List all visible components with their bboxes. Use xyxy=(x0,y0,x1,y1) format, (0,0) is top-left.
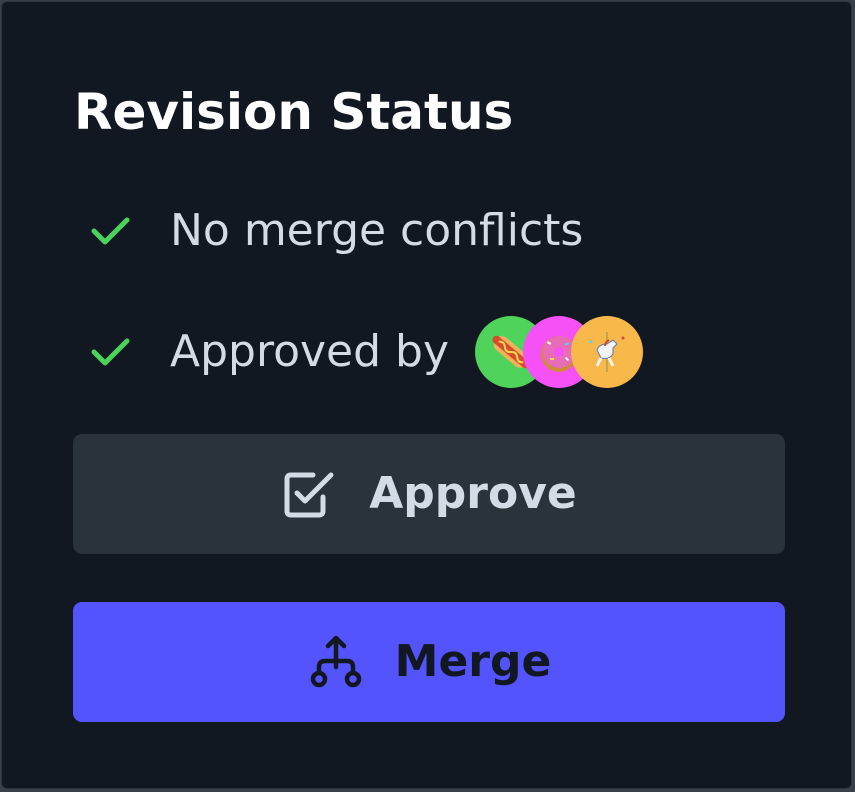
avatar[interactable] xyxy=(571,316,643,388)
panel-title: Revision Status xyxy=(74,83,514,141)
merge-button-label: Merge xyxy=(394,636,552,687)
revision-status-panel: Revision Status No merge conflicts Appro… xyxy=(1,1,852,789)
approver-avatars xyxy=(475,316,643,388)
merge-button[interactable]: Merge xyxy=(73,602,785,722)
status-item-approved: Approved by xyxy=(88,316,643,388)
check-icon xyxy=(88,209,132,253)
check-icon xyxy=(88,330,132,374)
carousel-horse-icon xyxy=(589,332,625,372)
git-merge-icon xyxy=(307,633,365,691)
checkbox-icon xyxy=(281,465,339,523)
approve-button[interactable]: Approve xyxy=(73,434,785,554)
status-item-label: No merge conflicts xyxy=(170,205,584,256)
approve-button-label: Approve xyxy=(369,468,577,519)
status-item-no-conflicts: No merge conflicts xyxy=(88,201,583,261)
status-item-label: Approved by xyxy=(170,326,449,377)
